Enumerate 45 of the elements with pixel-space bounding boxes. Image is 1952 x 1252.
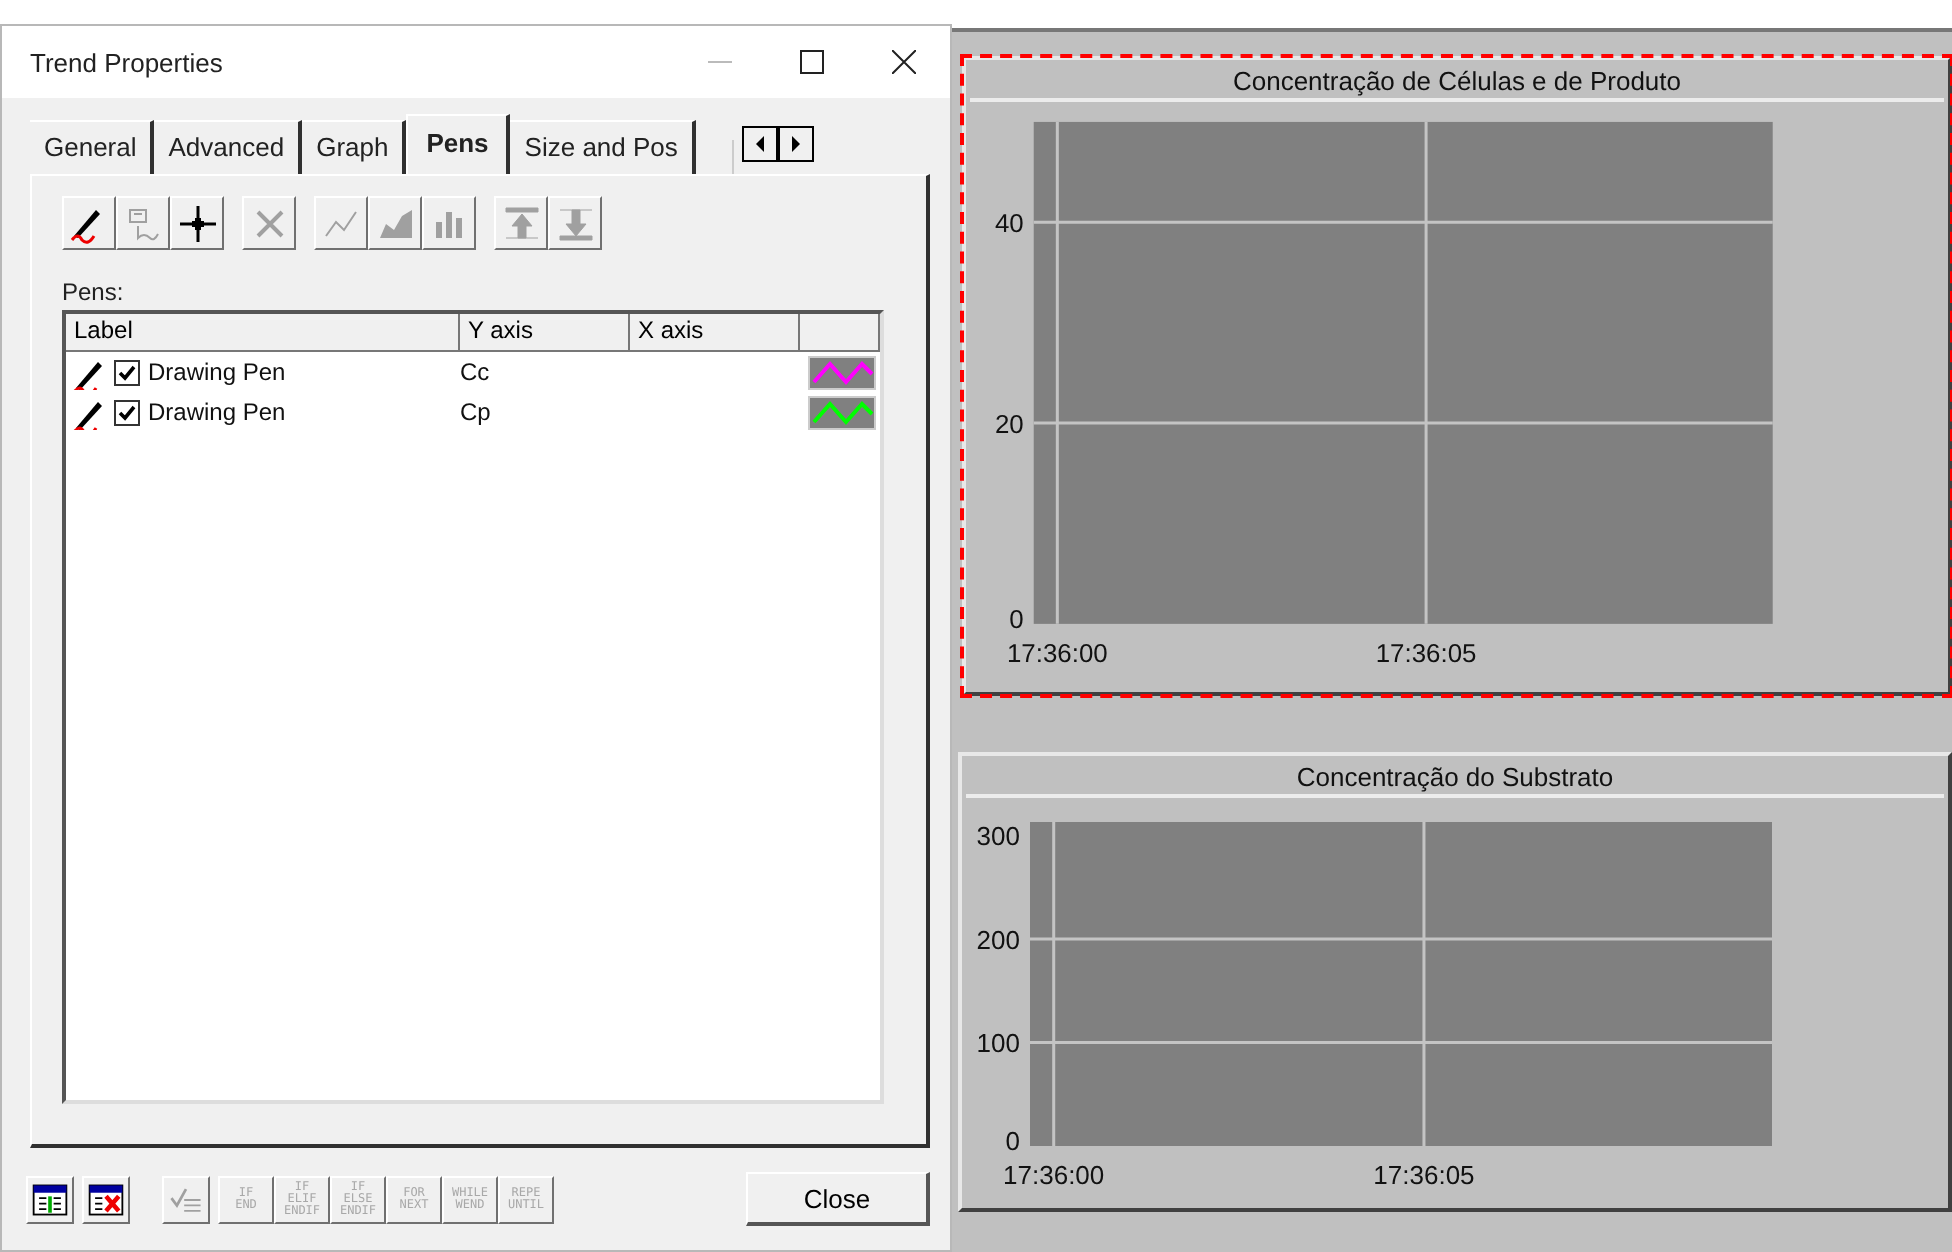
y-tick-label: 40 [995,208,1024,239]
table-add-icon [30,1179,70,1219]
scroll-right-button[interactable] [777,126,814,162]
y-tick-label: 100 [976,1028,1020,1059]
tab[interactable]: Pens [406,114,511,174]
table-cell-text: Cp [460,398,493,426]
table-delete-icon [86,1179,126,1219]
minimize-icon [708,60,732,64]
chart-title: Concentração de Células e de Produto [970,60,1944,102]
x-tick-label: 17:36:00 [1003,1160,1105,1190]
move-up-icon [499,201,543,245]
chart-title: Concentração do Substrato [966,756,1944,798]
crosshair-icon [175,201,219,245]
pens-label: Pens: [62,278,126,306]
checkbox[interactable] [114,399,140,425]
column-header[interactable]: X axis [630,314,800,352]
close-button[interactable]: Close [746,1172,930,1226]
pen-label: Drawing Pen [148,398,286,426]
y-tick-label: 0 [1005,1126,1020,1156]
right-arrow-icon [789,136,802,152]
column-header[interactable] [800,314,880,352]
y-tick-label: 0 [1009,603,1024,634]
column-header[interactable]: Y axis [460,314,630,352]
pen-label: Drawing Pen [148,358,286,386]
tab[interactable]: Graph [302,120,407,174]
left-arrow-icon [753,136,766,152]
tab[interactable]: Size and Pos [510,120,696,174]
tab[interactable]: General [30,120,155,174]
x-tick-label: 17:36:05 [1375,637,1477,668]
toolbar-button[interactable] [82,1175,130,1223]
maximize-icon [800,50,824,74]
toolbar-button[interactable] [62,196,116,250]
toolbar-button[interactable] [26,1175,74,1223]
checkbox[interactable] [114,359,140,385]
window-title: Trend Properties [30,47,225,77]
table-cell-text: Cc [460,358,492,386]
y-tick-label: 20 [995,409,1024,440]
column-header[interactable]: Label [66,314,460,352]
scroll-left-button[interactable] [741,126,778,162]
x-tick-label: 17:36:00 [1006,637,1108,668]
x-tick-label: 17:36:05 [1373,1160,1475,1190]
tab[interactable]: Advanced [154,120,303,174]
y-tick-label: 200 [976,924,1020,955]
toolbar-button[interactable] [170,196,224,250]
y-tick-label: 300 [976,821,1020,852]
